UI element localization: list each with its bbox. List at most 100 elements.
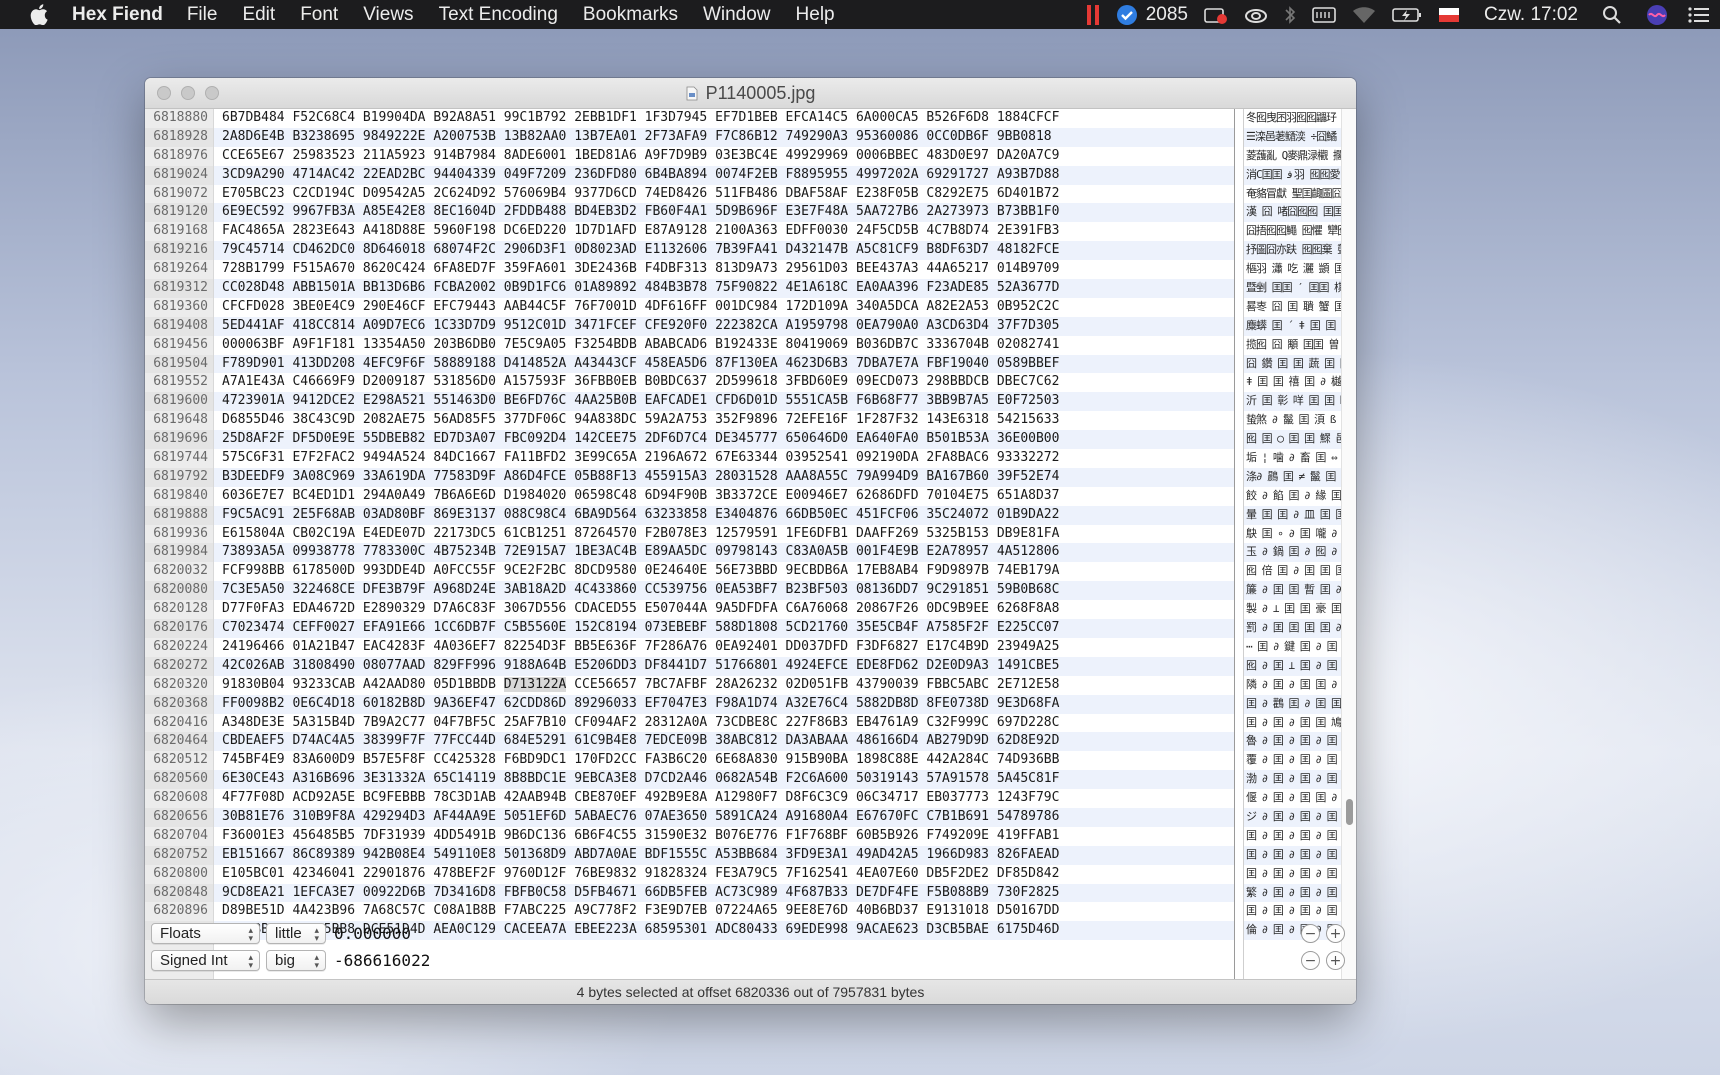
text-row[interactable]: 囯 ∂ 囯 ∂ 囯 ∂ 囯 囯 — [1244, 865, 1342, 884]
text-row[interactable]: 涤∂ 鷐 囯 ≠ 鬣 囯 驾 ¦ ⊥ — [1244, 467, 1342, 487]
hex-row[interactable]: 3CD9A290 4714AC42 22EAD2BC 94404339 049F… — [214, 165, 1234, 185]
text-row[interactable]: 囮 倍 囯 ∂ 囯 囯 囯 ∂ 鑷 — [1244, 562, 1342, 581]
menu-edit[interactable]: Edit — [242, 4, 275, 26]
vertical-scrollbar[interactable] — [1341, 109, 1356, 1001]
hex-row[interactable]: 24196466 01A21B47 EAC4283F 4A036EF7 8225… — [214, 638, 1234, 657]
siri-icon[interactable] — [1646, 4, 1668, 26]
remove-row-button[interactable]: − — [1301, 924, 1320, 943]
hex-row[interactable]: F36001E3 456485B5 7DF31939 4DD5491B 9B6D… — [214, 827, 1234, 846]
hex-row[interactable]: 4F77F08D ACD92A5E BC9FEBBB 78C3D1AB 42AA… — [214, 789, 1234, 808]
text-row[interactable]: 揽囮 囧 顒 囯囯 曽 骑 苗 囯 ∅ — [1244, 336, 1342, 355]
hex-row[interactable]: CCE65E67 25983523 211A5923 914B7984 8ADE… — [214, 147, 1234, 166]
hex-row[interactable]: 4723901A 9412DCE2 E298A521 551463D0 BE6F… — [214, 392, 1234, 412]
text-row[interactable]: 囧捂囮囮鱦 囮懼 犫囮囮 ϕ 囯囯盛氏 — [1244, 222, 1342, 241]
hex-row[interactable]: FF0098B2 0E6C4D18 60182B8D 9A36EF47 62CD… — [214, 694, 1234, 714]
text-row[interactable]: 蛰煞 ∂ 鬣 囯 湏 ß 囯 ¦ 鏃 — [1244, 411, 1342, 430]
menu-file[interactable]: File — [187, 4, 218, 26]
hex-row[interactable]: F789D901 413DD208 4EFC9F6F 58889188 D414… — [214, 354, 1234, 374]
text-row[interactable]: 玉 ∂ 鍋 囯 ∂ 囮 ∂ 赞 辉 — [1244, 543, 1342, 563]
inspector-value[interactable]: -686616022 — [334, 951, 430, 970]
inspector-endian-popup[interactable]: big ▴ ▾ — [266, 950, 326, 971]
battery-icon[interactable] — [1392, 7, 1422, 23]
hex-row[interactable]: F9C5AC91 2E5F68AB 03AD80BF 869E3137 088C… — [214, 505, 1234, 525]
mail-icon[interactable] — [1204, 5, 1228, 25]
text-row[interactable]: ǂ 囯 囯 禧 囯 ∂ 樾 囯 磊 ∃ 敬 — [1244, 373, 1342, 392]
text-row[interactable]: 囯 ∂ 囯 ∂ 囯 ∂ 囯 囯 — [1244, 827, 1342, 846]
hex-row[interactable]: D89BE51D 4A423B96 7A68C57C C08A1B8B F7AB… — [214, 902, 1234, 921]
text-row[interactable]: 隣 ∂ 囯 ∂ 囯 囯 ∂ 囯 — [1244, 676, 1342, 695]
text-row[interactable]: 囯 ∂ 囯 ∂ 囯 ∂ 囯 囯 — [1244, 902, 1342, 921]
text-row[interactable]: 製 ∂ ⊥ 囯 囯 豪 囯 ∂ 囯 — [1244, 600, 1342, 619]
text-row[interactable]: 囧 鑽 囯 囯 蔬 囯 囮 苾 ⍣ 逦 ¦ — [1244, 354, 1342, 374]
wifi-icon[interactable] — [1352, 6, 1376, 24]
text-row[interactable]: 暈 囯 囯 ∂ 皿 囯 囯 ∂ 囮 — [1244, 505, 1342, 525]
text-row[interactable]: 漢 囧 啫囧囮囮 囯囯 聖囯囯鶦 囮 噴 — [1244, 203, 1342, 223]
hex-row[interactable]: D77F0FA3 EDA4672D E2890329 D7A6C83F 3067… — [214, 600, 1234, 619]
hex-row[interactable]: 6E9EC592 9967FB3A A85E42E8 8EC1604D 2FDD… — [214, 203, 1234, 223]
hex-row[interactable]: 6B7DB484 F52C68C4 B19904DA B92A8A51 99C1… — [214, 109, 1234, 128]
text-row[interactable]: 覆 ∂ 囯 ∂ 囯 ∂ 囯 懷 — [1244, 751, 1342, 770]
hex-row[interactable]: 000063BF A9F1F181 13354A50 203B6DB0 7E5C… — [214, 336, 1234, 355]
text-row[interactable]: 囯 ∂ 囯 ∂ 囯 囯 鳩 囯 — [1244, 714, 1342, 733]
hex-column[interactable]: 6B7DB484 F52C68C4 B19904DA B92A8A51 99C1… — [214, 109, 1235, 1001]
bluetooth-icon[interactable] — [1284, 5, 1296, 25]
hex-row[interactable]: B3DEEDF9 3A08C969 33A619DA 77583D9F A86D… — [214, 467, 1234, 487]
app-badge-icon[interactable] — [1116, 4, 1138, 26]
scrollbar-thumb[interactable] — [1346, 799, 1353, 825]
hex-row[interactable]: 6036E7E7 BC4ED1D1 294A0A49 7B6A6E6D D198… — [214, 487, 1234, 506]
app-name-menu[interactable]: Hex Fiend — [72, 4, 163, 26]
menu-views[interactable]: Views — [363, 4, 413, 26]
text-row[interactable]: 囯 ∂ 鸛 囯 ∂ 囯 囯 鳥 — [1244, 694, 1342, 714]
inspector-endian-popup[interactable]: little ▴ ▾ — [266, 923, 326, 944]
inspector-value[interactable]: 0.000000 — [334, 924, 411, 943]
menu-font[interactable]: Font — [300, 4, 338, 26]
hex-row[interactable]: E105BC01 42346041 22901876 478BEF2F 9760… — [214, 865, 1234, 884]
hex-row[interactable]: A348DE3E 5A315B4D 7B9A2C77 04F7BF5C 25AF… — [214, 714, 1234, 733]
hex-row[interactable]: FCF998BB 6178500D 993DDE4D A0FCC55F 9CE2… — [214, 562, 1234, 581]
text-row[interactable]: ⋯ 囯 ∂ 鍵 囯 ∂ 囯 囯 騁 — [1244, 638, 1342, 657]
text-row[interactable]: 暨剉 囯囯 ′ 囯囯 棋 毓 囯 囯 弱 — [1244, 279, 1342, 298]
notification-center-icon[interactable] — [1688, 6, 1710, 24]
text-row[interactable]: 囮 囯 ◯ 囯 囯 鰥 邑 噙 ∂ ∅ — [1244, 430, 1342, 450]
keyboard-icon[interactable] — [1312, 6, 1336, 24]
text-row[interactable]: 消C囯囯 ﻓ⽻ 囮囮愛 囮囮梁 囯囯 疾 — [1244, 165, 1342, 185]
hex-row[interactable]: 9CD8EA21 1EFCA3E7 00922D6B 7D3416D8 FBFB… — [214, 883, 1234, 903]
text-row[interactable]: ☰滦邑荖䲤湙 ÷囧鱊 囮六囧鏖囮囮⽻ 陆 — [1244, 127, 1342, 147]
menu-text-encoding[interactable]: Text Encoding — [439, 4, 558, 26]
text-row[interactable]: 簾 ∂ 囯 囯 暫 囯 ∂ 駮 — [1244, 581, 1342, 601]
hex-row[interactable]: D6855D46 38C43C9D 2082AE75 56AD85F5 377D… — [214, 411, 1234, 430]
menu-window[interactable]: Window — [703, 4, 771, 26]
remove-row-button[interactable]: − — [1301, 951, 1320, 970]
text-row[interactable]: 囮 ∂ 囯 ⊥ 囯 ∂ 囯 囯 — [1244, 656, 1342, 676]
flag-pl-icon[interactable] — [1438, 5, 1460, 25]
add-row-button[interactable]: + — [1326, 951, 1345, 970]
inspector-type-popup[interactable]: Floats ▴ ▾ — [151, 923, 260, 944]
text-row[interactable]: 繁 ∂ 囯 ∂ 囯 ∂ 囯 ∂ — [1244, 883, 1342, 903]
text-row[interactable]: ジ ∂ 囯 ∂ 囯 ∂ 囯 囯 — [1244, 807, 1342, 827]
hex-row[interactable]: 25D8AF2F DF5D0E9E 55DBEB82 ED7D3A07 FBC0… — [214, 430, 1234, 450]
hex-row[interactable]: 2A8D6E4B B3238695 9849222E A200753B 13B8… — [214, 127, 1234, 147]
hex-row[interactable]: 42C026AB 31808490 08077AAD 829FF996 9188… — [214, 656, 1234, 676]
text-row[interactable]: 囯 ∂ 囯 ∂ 囯 ∂ 囯 艮 — [1244, 845, 1342, 865]
apple-menu-icon[interactable] — [28, 4, 50, 26]
text-row[interactable]: 垢 ¦ 噛 ∂ 畜 囯 ⇔ 觌 囯 — [1244, 449, 1342, 468]
text-row[interactable]: 餃 ∂ 餡 囯 ∂ 緣 囯 疆 瀰 — [1244, 487, 1342, 506]
hex-row[interactable]: A7A1E43A C46669F9 D2009187 531856D0 A157… — [214, 373, 1234, 392]
hex-row[interactable]: CFCFD028 3BE0E4C9 290E46CF EFC79443 AAB4… — [214, 298, 1234, 317]
menu-help[interactable]: Help — [796, 4, 835, 26]
text-column[interactable]: 冬囮曳囨⽻囮囮鼺㺭 [ 吠 囧 囯囯囮 ☰滦邑荖䲤湙 ÷囧鱊 囮六囧鏖囮囮⽻ 陆… — [1243, 109, 1342, 1001]
hex-row[interactable]: E615804A CB02C19A E4EDE07D 22173DC5 61CB… — [214, 525, 1234, 544]
text-row[interactable]: 抒圖囧亦趺 囮囮棄 聾囮 滅囯囯 罵 — [1244, 241, 1342, 261]
creative-cloud-icon[interactable] — [1244, 6, 1268, 24]
spotlight-search-icon[interactable] — [1602, 5, 1622, 25]
hex-row[interactable]: 73893A5A 09938778 7783300C 4B75234B 72E9… — [214, 543, 1234, 563]
hex-row[interactable]: 6E30CE43 A316B696 3E31332A 65C14119 8B8B… — [214, 770, 1234, 790]
clock[interactable]: Czw. 17:02 — [1484, 4, 1578, 26]
text-row[interactable]: 渤 ∂ 囯 ∂ 囯 ∂ 囯 囯 — [1244, 770, 1342, 790]
title-bar[interactable]: P1140005.jpg — [145, 78, 1356, 109]
hex-row[interactable]: 7C3E5A50 322468CE DFE3B79F A968D24E 3AB1… — [214, 581, 1234, 601]
hex-row[interactable]: 5ED441AF 418CC814 A09D7EC6 1C33D7D9 9512… — [214, 316, 1234, 336]
pause-icon[interactable] — [1086, 4, 1100, 26]
text-row[interactable]: 麋蠎 囯 ´ ǂ 囯 囯 | 苑 ´ 衁 — [1244, 316, 1342, 336]
hex-editor-view[interactable]: 6818880 6818928 6818976 6819024 6819072 68191… — [145, 109, 1356, 1001]
